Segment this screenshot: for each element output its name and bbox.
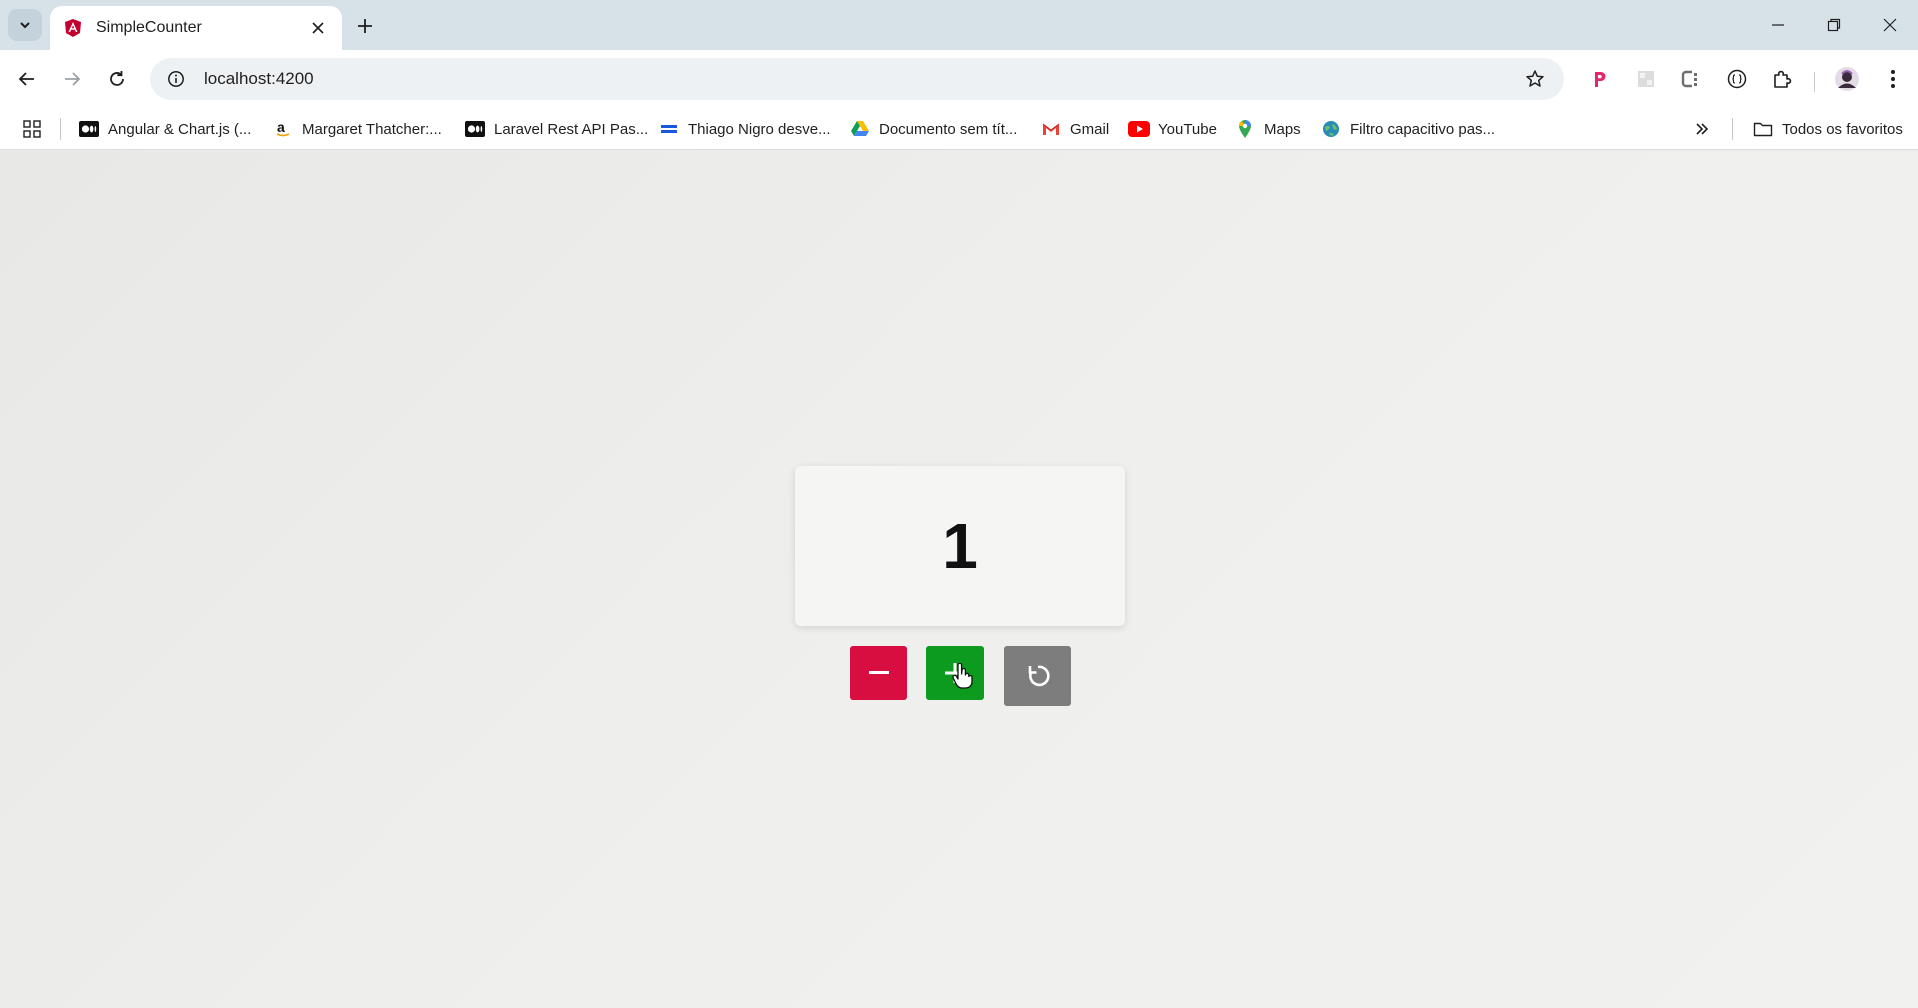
minimize-button[interactable] (1750, 0, 1806, 50)
bookmark-item[interactable]: Documento sem tít... (849, 114, 1017, 144)
close-window-button[interactable] (1862, 0, 1918, 50)
tab-search-button[interactable] (8, 9, 42, 41)
browser-toolbar: localhost:4200 (0, 50, 1918, 108)
bookmark-label: Laravel Rest API Pas... (494, 120, 649, 138)
bookmark-item[interactable]: Laravel Rest API Pas... (464, 114, 648, 144)
puzzle-icon (1774, 70, 1792, 88)
restore-button[interactable] (1806, 0, 1862, 50)
extension-grid-button[interactable] (1629, 62, 1663, 96)
counter-display: 1 (795, 466, 1125, 626)
bookmark-star-button[interactable] (1518, 62, 1552, 96)
all-bookmarks-label: Todos os favoritos (1782, 120, 1903, 138)
bookmark-item[interactable]: a Margaret Thatcher:... (272, 114, 442, 144)
url-text[interactable]: localhost:4200 (204, 69, 1518, 89)
bookmark-label: Maps (1264, 120, 1301, 138)
plus-icon (945, 663, 965, 683)
avatar (1835, 67, 1859, 91)
new-tab-button[interactable] (350, 11, 380, 41)
image-extension-icon (1638, 71, 1654, 87)
bookmark-item[interactable]: Gmail (1040, 114, 1109, 144)
bookmark-label: Filtro capacitivo pas... (1350, 120, 1496, 138)
bookmark-label: Documento sem tít... (879, 120, 1018, 138)
tab-title: SimpleCounter (96, 19, 202, 36)
youtube-icon (1128, 119, 1150, 139)
toolbar-separator (1814, 72, 1815, 92)
p-extension-icon (1595, 72, 1606, 87)
forward-button[interactable] (55, 62, 89, 96)
arrow-left-icon (18, 72, 34, 86)
bookmarks-separator (60, 118, 61, 140)
close-icon (312, 22, 324, 34)
decrement-button[interactable] (850, 646, 907, 700)
reset-icon (1028, 665, 1050, 687)
bookmark-item[interactable]: Filtro capacitivo pas... (1320, 114, 1495, 144)
extensions-menu-button[interactable] (1765, 62, 1799, 96)
browser-tab-active[interactable]: SimpleCounter (50, 6, 342, 50)
bookmark-item[interactable]: Maps (1234, 114, 1301, 144)
reload-button[interactable] (100, 62, 134, 96)
reset-button[interactable] (1004, 646, 1071, 706)
bookmarks-bar: Angular & Chart.js (... a Margaret Thatc… (0, 108, 1918, 150)
bookmark-label: Thiago Nigro desve... (688, 120, 831, 138)
bookmark-item[interactable]: Angular & Chart.js (... (78, 114, 251, 144)
folder-icon (1752, 119, 1774, 139)
info-icon (168, 71, 184, 87)
reload-icon (110, 71, 124, 86)
back-button[interactable] (10, 62, 44, 96)
minus-icon (868, 671, 889, 674)
chevron-down-icon (20, 22, 30, 29)
drive-icon (849, 119, 871, 139)
double-chevron-right-icon (1696, 123, 1709, 135)
more-vert-icon (1891, 70, 1895, 88)
profile-button[interactable] (1830, 62, 1864, 96)
gmail-icon (1040, 119, 1062, 139)
bookmark-label: Angular & Chart.js (... (108, 120, 252, 138)
window-controls (1750, 0, 1918, 50)
c-extension-icon (1681, 70, 1697, 88)
medium-icon (464, 119, 486, 139)
all-bookmarks-folder[interactable]: Todos os favoritos (1752, 114, 1903, 144)
bookmarks-separator (1732, 118, 1733, 140)
braces-icon (1727, 69, 1747, 89)
extension-c-button[interactable] (1674, 62, 1708, 96)
address-bar[interactable]: localhost:4200 (150, 58, 1564, 100)
bookmark-label: YouTube (1158, 120, 1217, 138)
apps-grid-icon (23, 120, 41, 138)
angular-icon (62, 17, 84, 39)
globe-icon (1320, 119, 1342, 139)
site-info-button[interactable] (158, 63, 194, 95)
bookmark-label: Margaret Thatcher:... (302, 120, 442, 138)
bookmark-item[interactable]: YouTube (1128, 114, 1217, 144)
tab-close-button[interactable] (306, 16, 330, 40)
svg-text:a: a (277, 120, 285, 135)
arrow-right-icon (65, 72, 81, 86)
increment-button[interactable] (926, 646, 984, 700)
bookmarks-overflow-button[interactable] (1688, 116, 1716, 142)
extension-braces-button[interactable] (1720, 62, 1754, 96)
apps-button[interactable] (18, 116, 46, 142)
maps-icon (1234, 119, 1256, 139)
tab-strip: SimpleCounter (0, 0, 1918, 50)
bookmark-item[interactable]: Thiago Nigro desve... (658, 114, 831, 144)
plus-icon (358, 19, 372, 33)
page-viewport: 1 (0, 151, 1918, 1008)
restore-icon (1827, 18, 1841, 32)
close-icon (1883, 18, 1897, 32)
browser-menu-button[interactable] (1876, 62, 1910, 96)
medium-icon (78, 119, 100, 139)
counter-value: 1 (942, 510, 978, 582)
amazon-icon: a (272, 119, 294, 139)
bookmark-label: Gmail (1070, 120, 1110, 138)
extension-p-button[interactable] (1583, 62, 1617, 96)
bookmark-stripes-icon (658, 119, 680, 139)
minimize-icon (1772, 24, 1784, 26)
star-icon (1526, 70, 1544, 87)
